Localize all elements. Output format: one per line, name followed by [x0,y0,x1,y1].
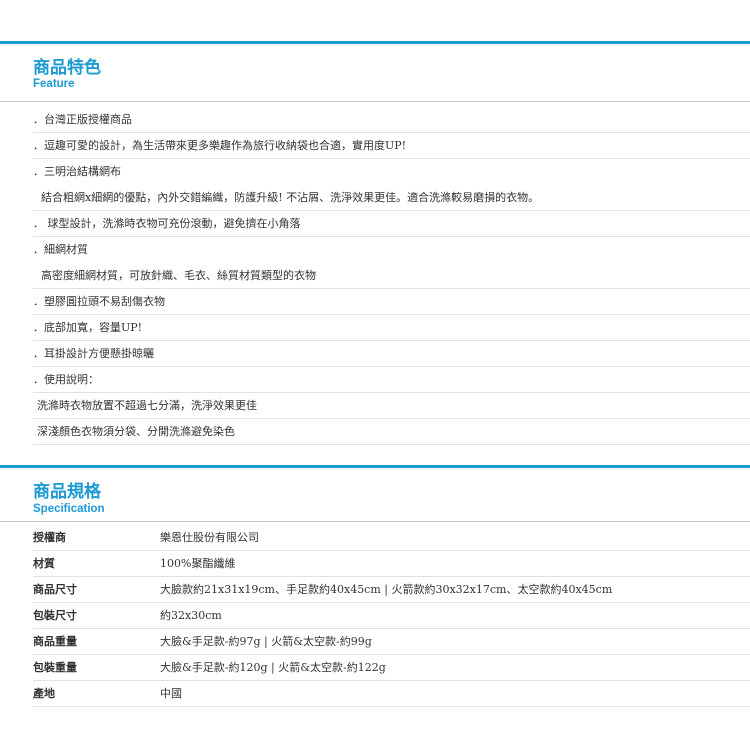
spec-row: 商品尺寸 大臉款約21x31x19cm、手足款約40x45cm | 火箭款約30… [33,577,750,603]
feature-detail: 高密度細網材質，可放針織、毛衣、絲質材質類型的衣物 [33,263,750,289]
spec-row: 商品重量 大臉&手足款-約97g | 火箭&太空款-約99g [33,629,750,655]
spec-label: 商品重量 [33,635,77,648]
spec-row: 包裝尺寸 約32x30cm [33,603,750,629]
feature-item: ．台灣正版授權商品 [33,107,750,133]
spec-value: 100%聚酯纖維 [160,557,236,570]
spec-row: 材質 100%聚酯纖維 [33,551,750,577]
spec-value: 中國 [160,687,182,700]
spec-value: 大臉&手足款-約120g | 火箭&太空款-約122g [160,661,386,674]
feature-item: ．使用說明： [33,367,750,393]
feature-item: ．塑膠圓拉頭不易刮傷衣物 [33,289,750,315]
spec-value: 大臉款約21x31x19cm、手足款約40x45cm | 火箭款約30x32x1… [160,583,613,596]
spec-subtitle: Specification [33,503,105,515]
feature-item: ．三明治結構網布 [33,165,121,178]
spec-value: 樂恩仕股份有限公司 [160,531,259,544]
spec-top-bar [0,465,750,468]
spec-label: 包裝重量 [33,661,77,674]
spec-title: 商品規格 [33,482,101,502]
feature-detail: 結合粗網x細網的優點，內外交錯編織，防護升級! 不沾屑、洗淨效果更佳。適合洗滌較… [33,185,750,211]
spec-row: 包裝重量 大臉&手足款-約120g | 火箭&太空款-約122g [33,655,750,681]
feature-item: ．逗趣可愛的設計，為生活帶來更多樂趣作為旅行收納袋也合適，實用度UP! [33,133,750,159]
feature-header-divider [0,101,750,102]
spec-value: 約32x30cm [160,609,222,622]
feature-item: ．細網材質 [33,243,88,256]
feature-item: ．底部加寬，容量UP! [33,315,750,341]
feature-subtitle: Feature [33,78,75,90]
spec-label: 授權商 [33,531,66,544]
spec-header-divider [0,521,750,522]
spec-row: 授權商 樂恩仕股份有限公司 [33,525,750,551]
spec-label: 商品尺寸 [33,583,77,596]
feature-detail: 洗滌時衣物放置不超過七分滿，洗淨效果更佳 [33,393,750,419]
spec-label: 產地 [33,687,55,700]
feature-item: ． 球型設計，洗滌時衣物可充份滾動，避免擠在小角落 [33,211,750,237]
feature-top-bar [0,41,750,44]
spec-label: 包裝尺寸 [33,609,77,622]
spec-row: 產地 中國 [33,681,750,707]
spec-value: 大臉&手足款-約97g | 火箭&太空款-約99g [160,635,372,648]
feature-item: ．耳掛設計方便懸掛晾曬 [33,341,750,367]
spec-label: 材質 [33,557,55,570]
feature-detail: 深淺顏色衣物須分袋、分開洗滌避免染色 [33,419,750,445]
feature-title: 商品特色 [33,58,101,78]
